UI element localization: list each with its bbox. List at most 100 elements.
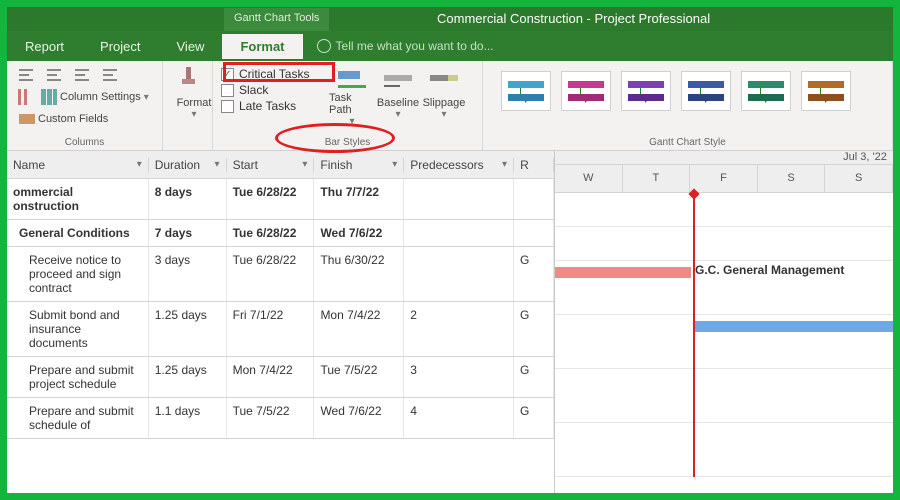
cell[interactable]: Tue 7/5/22 — [314, 357, 404, 397]
cell[interactable] — [404, 220, 514, 246]
column-settings-dropdown[interactable]: Column Settings ▾ — [37, 87, 153, 107]
align-icon — [47, 67, 63, 83]
late-tasks-checkbox[interactable]: Late Tasks — [221, 99, 329, 113]
table-row[interactable]: General Conditions7 daysTue 6/28/22Wed 7… — [7, 220, 554, 247]
gantt-chart[interactable]: Jul 3, '22 WTFSS G.C. General Management — [555, 151, 893, 493]
table-row[interactable]: Submit bond and insurance documents1.25 … — [7, 302, 554, 357]
day-header: W — [555, 165, 623, 192]
gantt-style-3[interactable] — [621, 71, 671, 111]
col-header-duration[interactable]: Duration▾ — [149, 158, 227, 172]
gantt-bar-normal[interactable] — [693, 321, 893, 332]
cell[interactable]: 3 days — [149, 247, 227, 301]
cell[interactable]: 7 days — [149, 220, 227, 246]
cell[interactable]: 4 — [404, 398, 514, 438]
col-header-predecessors[interactable]: Predecessors▾ — [404, 158, 514, 172]
gantt-style-1[interactable] — [501, 71, 551, 111]
cell[interactable]: 1.25 days — [149, 302, 227, 356]
grid-header-row: Name▾ Duration▾ Start▾ Finish▾ Predecess… — [7, 151, 554, 179]
cell[interactable]: ommercial onstruction — [7, 179, 149, 219]
tab-report[interactable]: Report — [7, 34, 82, 59]
gantt-style-6[interactable] — [801, 71, 851, 111]
day-header: F — [690, 165, 758, 192]
align-left-button[interactable] — [15, 65, 39, 85]
ribbon-tab-row: Report Project View Format Tell me what … — [7, 31, 893, 61]
cell[interactable]: 2 — [404, 302, 514, 356]
day-header: T — [623, 165, 691, 192]
col-header-start[interactable]: Start▾ — [227, 158, 315, 172]
cell[interactable]: Fri 7/1/22 — [227, 302, 315, 356]
slippage-dropdown[interactable]: Slippage▾ — [421, 65, 467, 127]
cell[interactable]: Prepare and submit schedule of — [7, 398, 149, 438]
fields-icon — [19, 111, 35, 127]
cell[interactable]: Wed 7/6/22 — [314, 398, 404, 438]
critical-tasks-checkbox[interactable]: ✓Critical Tasks — [221, 67, 329, 81]
wrap-icon — [103, 67, 119, 83]
task-path-dropdown[interactable]: Task Path▾ — [329, 65, 375, 127]
group-label-columns: Columns — [7, 137, 162, 148]
cell[interactable]: 3 — [404, 357, 514, 397]
cell[interactable]: Receive notice to proceed and sign contr… — [7, 247, 149, 301]
cell[interactable]: General Conditions — [7, 220, 149, 246]
table-row[interactable]: ommercial onstruction8 daysTue 6/28/22Th… — [7, 179, 554, 220]
cell[interactable]: 8 days — [149, 179, 227, 219]
custom-fields-button[interactable]: Custom Fields — [15, 109, 112, 129]
tab-view[interactable]: View — [159, 34, 223, 59]
cell[interactable] — [514, 179, 554, 219]
cell[interactable]: Mon 7/4/22 — [227, 357, 315, 397]
cell[interactable]: Thu 7/7/22 — [314, 179, 404, 219]
cell[interactable] — [404, 247, 514, 301]
ribbon: Column Settings ▾ Custom Fields Columns … — [7, 61, 893, 151]
col-header-res[interactable]: R — [514, 158, 554, 172]
slack-checkbox[interactable]: Slack — [221, 83, 329, 97]
group-label-ganttstyle: Gantt Chart Style — [483, 137, 892, 148]
gantt-style-4[interactable] — [681, 71, 731, 111]
col-header-finish[interactable]: Finish▾ — [314, 158, 404, 172]
deadline-marker-line — [693, 193, 695, 477]
paintbrush-icon — [180, 67, 208, 95]
tell-me-search[interactable]: Tell me what you want to do... — [317, 39, 494, 53]
cell[interactable]: 1.1 days — [149, 398, 227, 438]
window-title: Commercial Construction - Project Profes… — [437, 11, 710, 26]
tools-contextual-tab: Gantt Chart Tools — [223, 7, 330, 31]
cell[interactable]: Wed 7/6/22 — [314, 220, 404, 246]
cell[interactable]: G — [514, 357, 554, 397]
gantt-bar-critical[interactable] — [555, 267, 691, 278]
task-path-icon — [338, 67, 366, 90]
col-header-name[interactable]: Name▾ — [7, 158, 149, 172]
align-icon — [75, 67, 91, 83]
day-header: S — [825, 165, 893, 192]
cell[interactable]: Tue 6/28/22 — [227, 179, 315, 219]
gantt-style-5[interactable] — [741, 71, 791, 111]
slippage-icon — [430, 67, 458, 95]
align-right-button[interactable] — [71, 65, 95, 85]
baseline-dropdown[interactable]: Baseline▾ — [375, 65, 421, 127]
cell[interactable]: G — [514, 398, 554, 438]
cell[interactable] — [404, 179, 514, 219]
tab-project[interactable]: Project — [82, 34, 158, 59]
insert-column-icon — [15, 89, 31, 105]
cell[interactable]: Mon 7/4/22 — [314, 302, 404, 356]
gantt-style-2[interactable] — [561, 71, 611, 111]
cell[interactable]: Tue 7/5/22 — [227, 398, 315, 438]
cell[interactable]: Submit bond and insurance documents — [7, 302, 149, 356]
cell[interactable]: Tue 6/28/22 — [227, 247, 315, 301]
lightbulb-icon — [317, 39, 331, 53]
cell[interactable]: Thu 6/30/22 — [314, 247, 404, 301]
cell[interactable] — [514, 220, 554, 246]
cell[interactable]: Prepare and submit project schedule — [7, 357, 149, 397]
align-center-button[interactable] — [43, 65, 67, 85]
cell[interactable]: G — [514, 247, 554, 301]
table-row[interactable]: Receive notice to proceed and sign contr… — [7, 247, 554, 302]
cell[interactable]: Tue 6/28/22 — [227, 220, 315, 246]
tab-format[interactable]: Format — [222, 34, 302, 59]
cell[interactable]: G — [514, 302, 554, 356]
day-header: S — [758, 165, 826, 192]
tell-me-placeholder: Tell me what you want to do... — [336, 39, 494, 53]
cell[interactable]: 1.25 days — [149, 357, 227, 397]
table-row[interactable]: Prepare and submit project schedule1.25 … — [7, 357, 554, 398]
wrap-text-button[interactable] — [99, 65, 123, 85]
format-dropdown[interactable]: Format▾ — [171, 65, 217, 120]
group-label-barstyles: Bar Styles — [213, 137, 482, 148]
gantt-bar-label: G.C. General Management — [695, 263, 844, 277]
table-row[interactable]: Prepare and submit schedule of1.1 daysTu… — [7, 398, 554, 439]
